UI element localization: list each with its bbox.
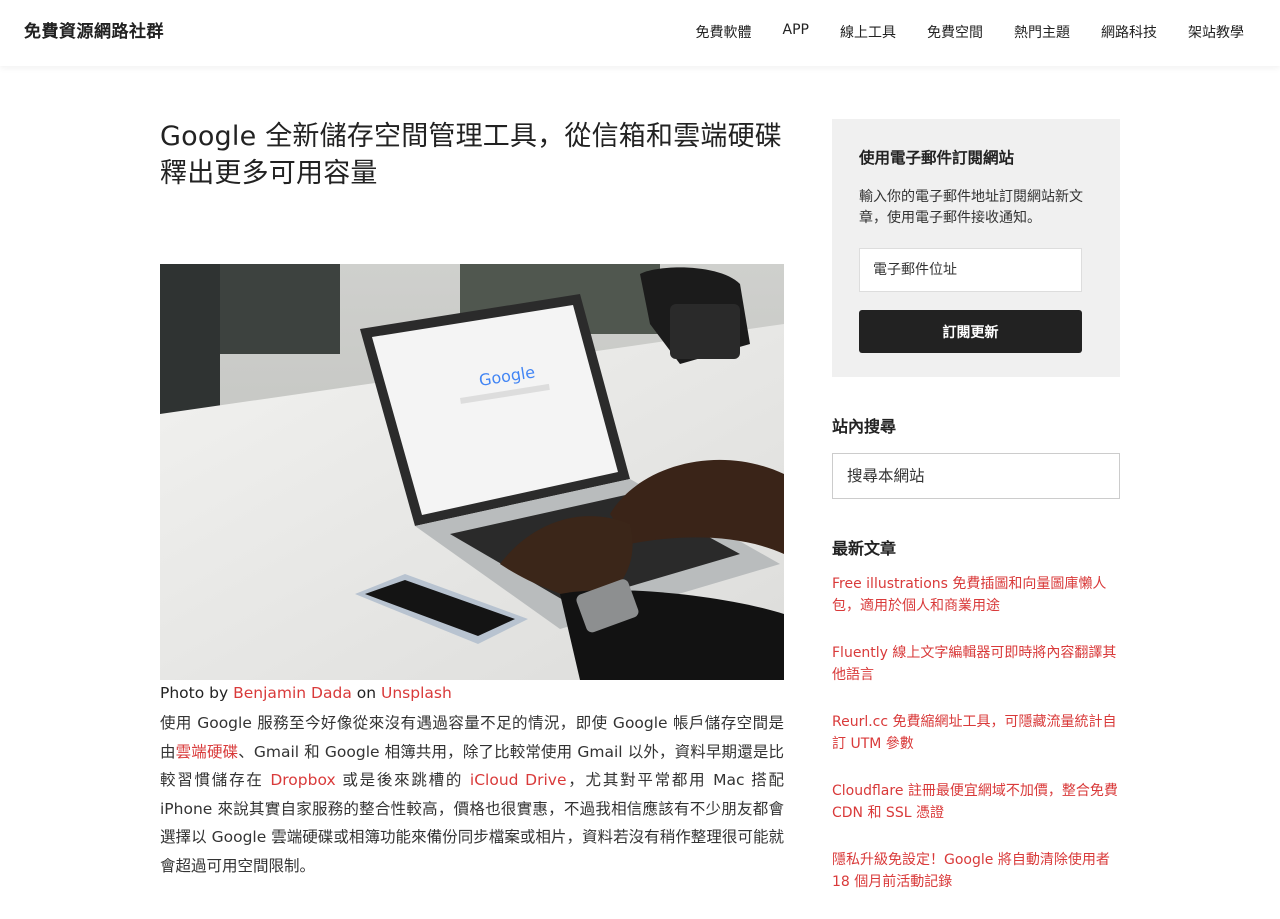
site-header: 免費資源網路社群 免費軟體 APP 線上工具 免費空間 熱門主題 網路科技 架站… (0, 0, 1280, 66)
list-item: Fluently 線上文字編輯器可即時將內容翻譯其他語言 (832, 643, 1120, 686)
list-item: Cloudflare 註冊最便宜網域不加價，整合免費 CDN 和 SSL 憑證 (832, 781, 1120, 824)
recent-post-link[interactable]: 隱私升級免設定！Google 將自動清除使用者 18 個月前活動記錄 (832, 850, 1120, 893)
recent-post-link[interactable]: Cloudflare 註冊最便宜網域不加價，整合免費 CDN 和 SSL 憑證 (832, 781, 1120, 824)
nav-item-free-software[interactable]: 免費軟體 (696, 22, 752, 42)
body-text-3: 或是後來跳槽的 (335, 771, 470, 789)
list-item: Reurl.cc 免費縮網址工具，可隱藏流量統計自訂 UTM 參數 (832, 712, 1120, 755)
search-input[interactable] (832, 453, 1120, 499)
recent-post-link[interactable]: Free illustrations 免費插圖和向量圖庫懶人包，適用於個人和商業… (832, 574, 1120, 617)
email-field[interactable] (859, 248, 1082, 292)
nav-item-app[interactable]: APP (783, 22, 809, 42)
subscribe-description: 輸入你的電子郵件地址訂閱網站新文章，使用電子郵件接收通知。 (859, 189, 1083, 226)
caption-author-link[interactable]: Benjamin Dada (233, 684, 352, 702)
nav-item-online-tools[interactable]: 線上工具 (840, 22, 896, 42)
nav-item-hot-topics[interactable]: 熱門主題 (1014, 22, 1070, 42)
body-link-google-drive[interactable]: 雲端硬碟 (176, 743, 239, 761)
post-title: Google 全新儲存空間管理工具，從信箱和雲端硬碟釋出更多可用容量 (160, 121, 782, 189)
sidebar: 使用電子郵件訂閱網站 輸入你的電子郵件地址訂閱網站新文章，使用電子郵件接收通知。… (832, 119, 1120, 890)
search-widget-title: 站內搜尋 (832, 417, 897, 436)
list-item: Free illustrations 免費插圖和向量圖庫懶人包，適用於個人和商業… (832, 574, 1120, 617)
site-title-link[interactable]: 免費資源網路社群 (24, 17, 164, 42)
post-featured-image: Google (160, 264, 784, 680)
subscribe-widget: 使用電子郵件訂閱網站 輸入你的電子郵件地址訂閱網站新文章，使用電子郵件接收通知。… (832, 119, 1120, 377)
image-caption: Photo by Benjamin Dada on Unsplash (160, 684, 452, 702)
laptop-photo-illustration: Google (160, 264, 784, 680)
body-link-dropbox[interactable]: Dropbox (270, 771, 335, 789)
subscribe-title: 使用電子郵件訂閱網站 (859, 149, 1015, 167)
post-body-paragraph: 使用 Google 服務至今好像從來沒有遇過容量不足的情況，即使 Google … (160, 709, 784, 880)
post-header: Google 全新儲存空間管理工具，從信箱和雲端硬碟釋出更多可用容量 (160, 118, 784, 192)
nav-item-site-tutorials[interactable]: 架站教學 (1188, 22, 1244, 42)
caption-middle: on (351, 684, 381, 702)
recent-post-link[interactable]: Fluently 線上文字編輯器可即時將內容翻譯其他語言 (832, 643, 1120, 686)
caption-source-link[interactable]: Unsplash (381, 684, 452, 702)
list-item: 隱私升級免設定！Google 將自動清除使用者 18 個月前活動記錄 (832, 850, 1120, 893)
recent-post-link[interactable]: Reurl.cc 免費縮網址工具，可隱藏流量統計自訂 UTM 參數 (832, 712, 1120, 755)
recent-posts-title: 最新文章 (832, 539, 897, 558)
nav-item-free-hosting[interactable]: 免費空間 (927, 22, 983, 42)
recent-posts-list: Free illustrations 免費插圖和向量圖庫懶人包，適用於個人和商業… (832, 574, 1120, 919)
subscribe-button[interactable]: 訂閱更新 (859, 310, 1082, 353)
nav-item-tech[interactable]: 網路科技 (1101, 22, 1157, 42)
main-nav: 免費軟體 APP 線上工具 免費空間 熱門主題 網路科技 架站教學 (665, 22, 1244, 42)
caption-prefix: Photo by (160, 684, 234, 702)
body-link-icloud-drive[interactable]: iCloud Drive (470, 771, 567, 789)
